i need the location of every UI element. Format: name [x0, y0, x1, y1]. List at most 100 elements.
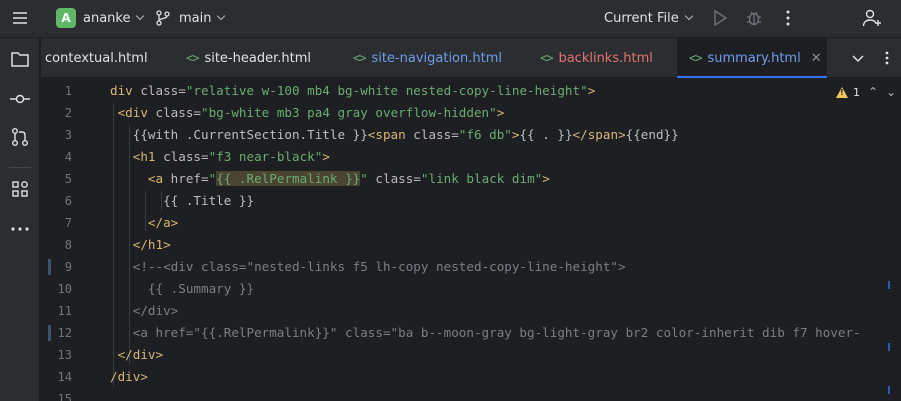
- scrollbar-marker[interactable]: [888, 343, 890, 351]
- pull-requests-icon[interactable]: [9, 126, 31, 148]
- tab-label: backlinks.html: [558, 50, 653, 66]
- code-token: <a: [147, 171, 164, 186]
- structure-icon[interactable]: [9, 178, 31, 200]
- code-token: /div>: [110, 369, 148, 384]
- chevron-down-icon: [217, 11, 226, 21]
- tab-backlinks[interactable]: <> backlinks.html: [540, 38, 653, 78]
- code-token: </span>: [572, 127, 626, 142]
- project-folder-icon[interactable]: [9, 48, 31, 70]
- line-number: 4: [64, 150, 72, 164]
- debug-icon[interactable]: [745, 9, 763, 27]
- more-actions-icon[interactable]: [781, 9, 795, 27]
- code-token: </div>: [132, 303, 179, 318]
- line-number: 8: [64, 238, 72, 252]
- add-user-icon[interactable]: [862, 8, 882, 28]
- close-tab-icon[interactable]: ✕: [811, 51, 822, 66]
- line-number: 14: [57, 370, 72, 384]
- code-line[interactable]: </div>: [110, 300, 179, 322]
- code-token: class=: [367, 171, 421, 186]
- scrollbar-marker[interactable]: [888, 281, 890, 289]
- code-line[interactable]: <!--<div class="nested-links f5 lh-copy …: [110, 256, 626, 278]
- main-menu-icon[interactable]: [11, 9, 29, 27]
- toolbar-separator: [9, 167, 31, 168]
- code-line[interactable]: <h1 class="f3 near-black">: [110, 146, 330, 168]
- tab-label: contextual.html: [45, 50, 148, 66]
- code-line[interactable]: div class="relative w-100 mb4 bg-white n…: [110, 80, 595, 102]
- project-selector[interactable]: ananke: [83, 9, 145, 27]
- more-tool-windows-icon[interactable]: [9, 218, 31, 240]
- html-file-icon: <>: [186, 51, 199, 65]
- line-number: 1: [64, 84, 72, 98]
- code-line[interactable]: <a href="{{.RelPermalink}}" class="ba b-…: [110, 322, 861, 344]
- tab-site-navigation[interactable]: <> site-navigation.html: [353, 38, 502, 78]
- code-token: class=: [405, 127, 459, 142]
- code-token: "bg-white mb3 pa4 gray overflow-hidden": [201, 105, 497, 120]
- inspection-widget[interactable]: 1 ⌃ ⌄: [836, 84, 896, 100]
- run-icon[interactable]: [712, 9, 728, 27]
- code-line[interactable]: {{with .CurrentSection.Title }}<span cla…: [110, 124, 679, 146]
- html-file-icon: <>: [689, 51, 702, 65]
- code-line[interactable]: </a>: [110, 212, 178, 234]
- code-token: "relative w-100 mb4 bg-white nested-copy…: [185, 83, 588, 98]
- run-configuration-selector[interactable]: Current File: [604, 9, 693, 27]
- code-token: {{with .CurrentSection.Title }}: [132, 127, 368, 142]
- html-file-icon: <>: [540, 51, 553, 65]
- chevron-up-icon[interactable]: ⌃: [868, 85, 878, 99]
- editor-tabs: contextual.html <> site-header.html <> s…: [41, 38, 901, 78]
- code-token: >: [496, 105, 505, 120]
- title-bar: A ananke main Current File: [0, 0, 901, 38]
- tab-label: site-header.html: [204, 50, 311, 66]
- branch-selector[interactable]: main: [156, 9, 226, 27]
- tab-list-chevron-down-icon[interactable]: [852, 38, 864, 78]
- line-number: 15: [57, 392, 72, 401]
- line-number: 9: [64, 260, 72, 274]
- tab-site-header[interactable]: <> site-header.html: [186, 38, 311, 78]
- code-token: <!--<div class="nested-links f5 lh-copy …: [132, 259, 626, 274]
- code-token: <div: [117, 105, 148, 120]
- code-line[interactable]: {{ .Summary }}: [110, 278, 254, 300]
- code-token: href=: [163, 171, 209, 186]
- line-number: 2: [64, 106, 72, 120]
- code-token: {{ .Title }}: [163, 193, 255, 208]
- code-token: >: [587, 83, 596, 98]
- code-line[interactable]: {{ .Title }}: [110, 190, 254, 212]
- tab-summary[interactable]: <> summary.html ✕: [677, 38, 827, 78]
- tab-contextual[interactable]: contextual.html: [45, 38, 148, 78]
- line-number: 11: [57, 304, 72, 318]
- project-name: ananke: [83, 10, 131, 26]
- scrollbar-marker[interactable]: [888, 386, 890, 394]
- chevron-down-icon: [684, 11, 693, 21]
- code-token: "f6 db": [458, 127, 512, 142]
- code-line[interactable]: </div>: [110, 344, 164, 366]
- code-line[interactable]: <div class="bg-white mb3 pa4 gray overfl…: [110, 102, 505, 124]
- vcs-change-marker[interactable]: [48, 259, 51, 275]
- commit-icon[interactable]: [9, 88, 31, 110]
- code-token: "link black dim": [420, 171, 543, 186]
- project-badge[interactable]: A: [56, 8, 76, 28]
- code-token: class=: [155, 149, 209, 164]
- branch-name: main: [179, 10, 212, 26]
- tab-actions-icon[interactable]: [884, 38, 890, 78]
- code-line[interactable]: <a href="{{ .RelPermalink }}" class="lin…: [110, 168, 550, 190]
- code-token: class=: [132, 83, 186, 98]
- chevron-down-icon: [136, 11, 145, 21]
- line-number-gutter[interactable]: 1 2 3 4 5 6 7 8 9 10 11 12 13 14 15: [41, 79, 103, 401]
- line-number: 7: [64, 216, 72, 230]
- line-number: 3: [64, 128, 72, 142]
- tab-label: site-navigation.html: [371, 50, 502, 66]
- code-token: class=: [147, 105, 202, 120]
- code-token: {{ .RelPermalink }}: [216, 171, 361, 186]
- code-line[interactable]: /div>: [110, 366, 148, 388]
- code-token: <h1: [132, 149, 156, 164]
- code-line[interactable]: </h1>: [110, 234, 171, 256]
- code-editor[interactable]: div class="relative w-100 mb4 bg-white n…: [103, 79, 901, 401]
- code-token: </div>: [117, 347, 164, 362]
- vcs-change-marker[interactable]: [48, 325, 51, 341]
- chevron-down-icon[interactable]: ⌄: [886, 85, 896, 99]
- tool-window-bar: [0, 38, 40, 401]
- tab-label: summary.html: [707, 50, 801, 66]
